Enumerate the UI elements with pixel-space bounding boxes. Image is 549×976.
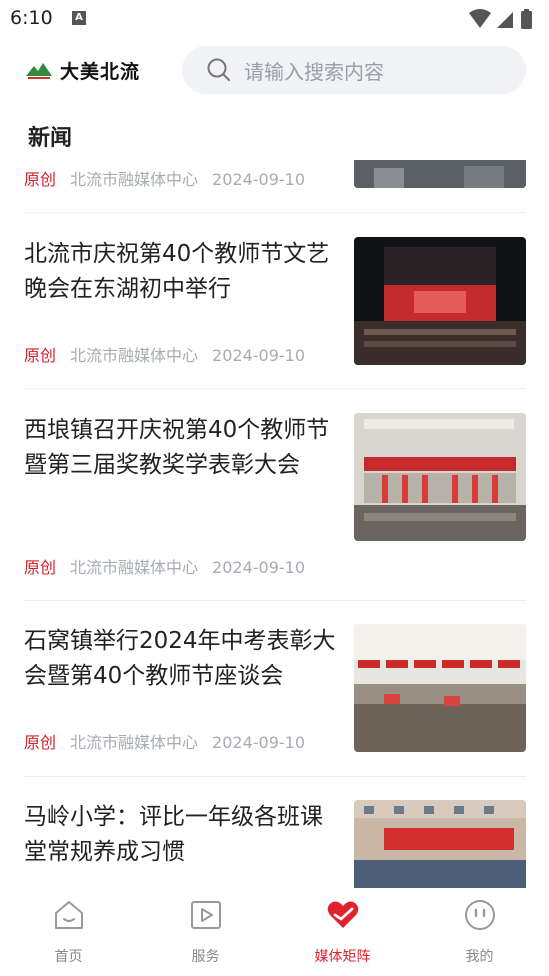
news-meta: 原创 北流市融媒体中心 2024-09-10 <box>24 554 305 578</box>
tab-label: 服务 <box>191 949 220 965</box>
section-title: 新闻 <box>28 126 73 151</box>
home-icon <box>54 901 83 929</box>
news-title: 北流市庆祝第40个教师节文艺晚会在东湖初中举行 <box>24 241 330 302</box>
news-tag: 原创 <box>24 346 57 365</box>
news-source: 北流市融媒体中心 <box>70 346 199 365</box>
app-header: 大美北流 请输入搜索内容 <box>0 44 549 100</box>
news-source: 北流市融媒体中心 <box>70 733 199 752</box>
news-item[interactable]: 西埌镇召开庆祝第40个教师节暨第三届奖教奖学表彰大会 原创 北流市融媒体中心 202… <box>24 413 526 583</box>
news-meta: 原创 北流市融媒体中心 2024-09-10 <box>24 729 305 753</box>
tab-mine[interactable]: 我的 <box>411 888 548 976</box>
news-thumbnail <box>354 413 526 541</box>
tab-label: 首页 <box>54 949 83 965</box>
news-thumbnail <box>354 237 526 365</box>
tab-media-matrix[interactable]: 媒体矩阵 <box>274 888 411 976</box>
news-list[interactable]: 原创 北流市融媒体中心 2024-09-10 北流市庆祝第40个教师节文艺晚会在东湖… <box>0 160 549 888</box>
news-thumbnail <box>354 800 526 888</box>
news-date: 2024-09-10 <box>212 346 306 365</box>
search-icon <box>207 58 230 81</box>
tab-service[interactable]: 服务 <box>137 888 274 976</box>
news-date: 2024-09-10 <box>212 170 306 189</box>
news-meta: 原创 北流市融媒体中心 2024-09-10 <box>24 342 305 366</box>
tab-label: 我的 <box>465 949 494 965</box>
news-source: 北流市融媒体中心 <box>70 170 199 189</box>
notification-a-icon: A <box>72 11 86 25</box>
news-title: 马岭小学：评比一年级各班课堂常规养成习惯 <box>24 804 323 865</box>
status-icons <box>467 8 537 34</box>
status-time: 6:10 <box>10 7 53 29</box>
divider <box>24 388 526 389</box>
smiley-icon <box>464 900 495 930</box>
news-thumbnail <box>354 624 526 752</box>
divider <box>24 600 526 601</box>
news-date: 2024-09-10 <box>212 733 306 752</box>
news-tag: 原创 <box>24 170 57 189</box>
news-tag: 原创 <box>24 733 57 752</box>
tab-label: 媒体矩阵 <box>314 949 371 965</box>
news-date: 2024-09-10 <box>212 558 306 577</box>
news-tag: 原创 <box>24 558 57 577</box>
news-item[interactable]: 石窝镇举行2024年中考表彰大会暨第40个教师节座谈会 原创 北流市融媒体中心 20… <box>24 624 526 754</box>
play-square-icon <box>190 901 221 929</box>
divider <box>24 776 526 777</box>
divider <box>24 212 526 213</box>
news-meta: 原创 北流市融媒体中心 2024-09-10 <box>24 166 305 190</box>
news-title: 石窝镇举行2024年中考表彰大会暨第40个教师节座谈会 <box>24 628 336 689</box>
news-item[interactable]: 原创 北流市融媒体中心 2024-09-10 <box>24 160 526 190</box>
logo-mountain-icon <box>26 62 52 79</box>
search-placeholder: 请输入搜索内容 <box>244 59 384 84</box>
news-thumbnail <box>354 160 526 188</box>
heart-check-icon <box>327 901 358 928</box>
news-item[interactable]: 北流市庆祝第40个教师节文艺晚会在东湖初中举行 原创 北流市融媒体中心 2024-0… <box>24 237 526 367</box>
bottom-tab-bar: 首页 服务 媒体矩阵 我的 <box>0 888 549 976</box>
wifi-signal-battery-icon <box>469 9 532 29</box>
search-input[interactable]: 请输入搜索内容 <box>182 46 526 94</box>
logo-text: 大美北流 <box>60 61 141 83</box>
news-item[interactable]: 马岭小学：评比一年级各班课堂常规养成习惯 <box>24 800 526 888</box>
tab-home[interactable]: 首页 <box>0 888 137 976</box>
status-bar: 6:10 A <box>0 0 549 38</box>
news-source: 北流市融媒体中心 <box>70 558 199 577</box>
news-title: 西埌镇召开庆祝第40个教师节暨第三届奖教奖学表彰大会 <box>24 417 330 478</box>
app-logo[interactable]: 大美北流 <box>24 57 140 84</box>
